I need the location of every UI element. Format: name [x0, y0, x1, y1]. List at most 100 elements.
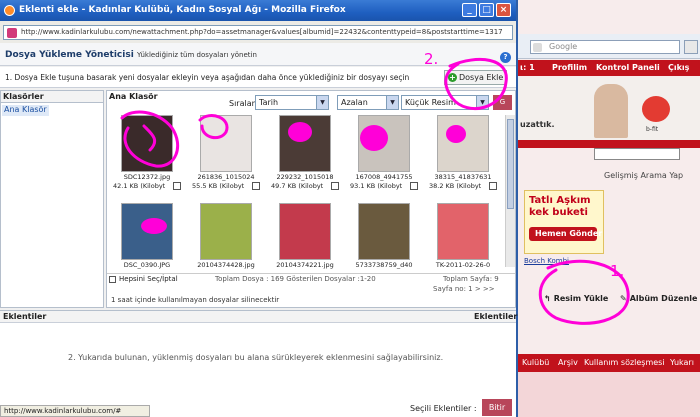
- thumbnail-image[interactable]: [437, 115, 489, 172]
- file-thumbnail[interactable]: SDC12372.jpg 42.1 KB (Kilobyt: [111, 113, 183, 199]
- advanced-search-link[interactable]: Gelişmiş Arama Yap: [604, 171, 683, 180]
- file-totals: Toplam Dosya : 169 Gösterilen Dosyalar :…: [215, 275, 376, 283]
- file-select-checkbox[interactable]: [410, 182, 418, 190]
- file-name: 20104374428.jpg: [197, 261, 255, 269]
- thumbnail-image[interactable]: [121, 115, 173, 172]
- nav-item-kontrol-paneli[interactable]: Kontrol Paneli: [596, 63, 660, 72]
- total-pages: Toplam Sayfa: 9: [443, 275, 499, 283]
- finish-button[interactable]: Bitir: [482, 399, 512, 416]
- file-name: 5733738759_d40: [355, 261, 413, 269]
- minimize-button[interactable]: _: [462, 3, 477, 17]
- pager: Sayfa no: 1 > >>: [107, 284, 515, 295]
- thumbnail-image[interactable]: [200, 203, 252, 260]
- thumbnail-image[interactable]: [279, 115, 331, 172]
- chevron-down-icon: ▼: [316, 96, 328, 109]
- files-panel: Ana Klasör Sıralama: Tarih ▼ Azalan ▼ Küçü…: [106, 90, 516, 308]
- file-thumbnail[interactable]: 38315_41837631 38.2 KB (Kilobyt: [427, 113, 499, 199]
- background-page: Google ι: 1 Profilim Kontrol Paneli Çıkı…: [518, 0, 700, 417]
- file-select-checkbox[interactable]: [331, 182, 339, 190]
- thumbnail-image[interactable]: [358, 115, 410, 172]
- site-favicon: [7, 28, 17, 38]
- banner-model-image: [594, 84, 628, 138]
- maximize-button[interactable]: □: [479, 3, 494, 17]
- folder-item-ana-klasor[interactable]: Ana Klasör: [2, 105, 49, 116]
- close-button[interactable]: ×: [496, 3, 511, 17]
- thumbnail-image[interactable]: [437, 203, 489, 260]
- file-size: 49.7 KB (Kilobyt: [271, 182, 324, 190]
- file-name: 261836_1015024: [197, 173, 255, 181]
- file-select-checkbox[interactable]: [173, 182, 181, 190]
- sort-order-select[interactable]: Azalan ▼: [337, 95, 399, 110]
- send-now-button[interactable]: Hemen Gönder: [529, 227, 602, 241]
- bfit-logo: [642, 96, 670, 122]
- add-file-button[interactable]: + Dosya Ekle: [444, 70, 508, 85]
- help-icon[interactable]: ?: [500, 52, 511, 63]
- url-field[interactable]: http://www.kadinlarkulubu.com/newattachm…: [3, 25, 513, 40]
- thumbnail-image[interactable]: [121, 203, 173, 260]
- file-name: DSC_0390.JPG: [123, 261, 171, 269]
- cleanup-note: 1 saat içinde kullanılmayan dosyalar sil…: [111, 296, 280, 304]
- footer-link-kulubu[interactable]: Kulübü: [522, 358, 549, 367]
- file-name: TK-2011-02-26-0: [435, 261, 491, 269]
- instruction-text: 1. Dosya Ekle tuşuna basarak yeni dosyal…: [5, 73, 410, 82]
- google-search-box[interactable]: Google: [530, 40, 680, 54]
- plus-icon: +: [448, 73, 457, 82]
- file-thumbnail[interactable]: 229232_1015018 49.7 KB (Kilobyt: [269, 113, 341, 199]
- view-size-select[interactable]: Küçük Resim ▼: [401, 95, 489, 110]
- upload-photo-button[interactable]: ↰ Resim Yükle: [544, 290, 608, 306]
- file-select-checkbox[interactable]: [252, 182, 260, 190]
- footer-link-yukari[interactable]: Yukarı: [670, 358, 694, 367]
- folders-header: Klasörler: [1, 91, 103, 103]
- thumbnail-image[interactable]: [200, 115, 252, 172]
- address-bar: http://www.kadinlarkulubu.com/newattachm…: [0, 21, 516, 43]
- arrow-icon: ↰: [544, 293, 551, 303]
- file-name: SDC12372.jpg: [123, 173, 171, 181]
- bosch-kombi-link[interactable]: Bosch Kombi: [524, 257, 569, 265]
- file-size: 42.1 KB (Kilobyt: [113, 182, 166, 190]
- file-thumbnail[interactable]: 167008_4941755 93.1 KB (Kilobyt: [348, 113, 420, 199]
- status-bar: http://www.kadinlarkulubu.com/#: [0, 405, 150, 417]
- chevron-down-icon: ▼: [386, 96, 398, 109]
- grid-scrollbar[interactable]: [505, 115, 515, 267]
- page-nav[interactable]: Sayfa no: 1 > >>: [433, 285, 495, 293]
- search-go-button[interactable]: [684, 40, 698, 54]
- file-name: 229232_1015018: [276, 173, 334, 181]
- manager-header: Dosya Yükleme Yöneticisi Yüklediğiniz tü…: [0, 43, 516, 66]
- go-button[interactable]: G: [493, 95, 512, 110]
- folders-panel: Klasörler Ana Klasör: [0, 90, 104, 308]
- sort-by-select[interactable]: Tarih ▼: [255, 95, 329, 110]
- footer-link-sozlesme[interactable]: Kullanım sözleşmesi: [584, 358, 665, 367]
- file-size: 38.2 KB (Kilobyt: [429, 182, 482, 190]
- file-thumbnail[interactable]: 261836_1015024 55.5 KB (Kilobyt: [190, 113, 262, 199]
- scrollbar-thumb[interactable]: [507, 119, 514, 209]
- file-select-checkbox[interactable]: [489, 182, 497, 190]
- attachments-panel: Eklentiler Eklentiler 2. Yukarıda buluna…: [0, 310, 517, 417]
- edit-album-button[interactable]: ✎ Albüm Düzenle: [620, 290, 697, 306]
- site-search-input[interactable]: [594, 148, 680, 160]
- file-size: 55.5 KB (Kilobyt: [192, 182, 245, 190]
- file-name: 20104374221.jpg: [276, 261, 334, 269]
- selected-attachments-label: Seçili Eklentiler :: [410, 404, 477, 413]
- cake-bouquet-ad[interactable]: Tatlı Aşkım kek buketi Hemen Gönder: [524, 190, 604, 254]
- files-header: Ana Klasör: [109, 92, 158, 101]
- select-all-checkbox[interactable]: [109, 276, 116, 283]
- nav-item-cikis[interactable]: Çıkış: [668, 63, 689, 72]
- footer-nav: Kulübü Arşiv Kullanım sözleşmesi Yukarı: [518, 354, 700, 372]
- popup-window: Eklenti ekle - Kadınlar Kulübü, Kadın So…: [0, 0, 518, 417]
- nav-item-profilim[interactable]: Profilim: [552, 63, 587, 72]
- thumbnail-image[interactable]: [279, 203, 331, 260]
- pencil-icon: ✎: [620, 293, 627, 303]
- nav-item[interactable]: ι: 1: [520, 63, 535, 72]
- select-all-label[interactable]: Hepsini Seç/İptal: [119, 275, 178, 283]
- thumbnail-image[interactable]: [358, 203, 410, 260]
- manager-title: Dosya Yükleme Yöneticisi: [5, 50, 134, 60]
- instruction-bar: 1. Dosya Ekle tuşuna basarak yeni dosyal…: [0, 67, 516, 88]
- firefox-icon: [4, 5, 15, 16]
- ad-banner[interactable]: uzattık. b-fit: [518, 78, 700, 140]
- file-size: 93.1 KB (Kilobyt: [350, 182, 403, 190]
- google-icon: [533, 43, 542, 52]
- footer-link-arsiv[interactable]: Arşiv: [558, 358, 578, 367]
- window-title: Eklenti ekle - Kadınlar Kulübü, Kadın So…: [19, 5, 346, 15]
- manager-subtitle: Yüklediğiniz tüm dosyaları yönetin: [137, 51, 257, 59]
- title-bar: Eklenti ekle - Kadınlar Kulübü, Kadın So…: [0, 0, 516, 21]
